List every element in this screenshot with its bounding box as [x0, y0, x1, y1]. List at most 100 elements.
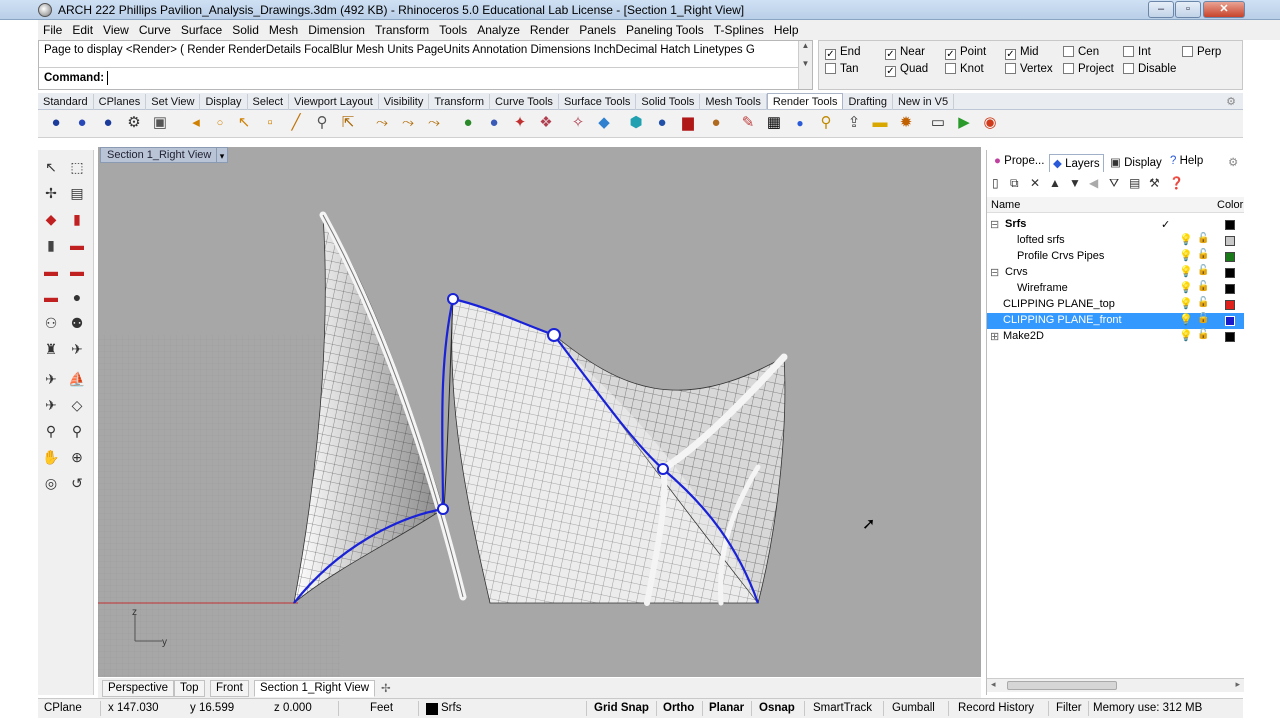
select-arrow-icon[interactable]: ↖: [40, 156, 62, 178]
viewport-menu-chevron-down-icon[interactable]: ▾: [216, 147, 228, 163]
paint-brush-icon[interactable]: ✎: [738, 113, 758, 133]
undo-view-icon[interactable]: ↺: [66, 472, 88, 494]
close-button[interactable]: ✕: [1203, 1, 1245, 18]
new-sublayer-icon[interactable]: ⧉: [1010, 176, 1019, 191]
viewtab-perspective[interactable]: Perspective: [102, 680, 175, 697]
osnap-vertex[interactable]: Vertex: [1005, 63, 1053, 75]
tab-set-view[interactable]: Set View: [146, 94, 201, 110]
checker-icon[interactable]: ▦: [764, 113, 784, 133]
menu-transform[interactable]: Transform: [370, 20, 434, 37]
boat-icon[interactable]: ⛵: [66, 368, 88, 390]
unlock-icon[interactable]: 🔓: [1197, 249, 1209, 260]
texture-mapping-icon[interactable]: ❖: [536, 113, 556, 133]
tab-solid-tools[interactable]: Solid Tools: [636, 94, 701, 110]
tab-new-in-v5[interactable]: New in V5: [893, 94, 955, 110]
scroll-thumb[interactable]: [1007, 681, 1117, 690]
viewtab-section-right[interactable]: Section 1_Right View: [254, 680, 376, 697]
van-icon[interactable]: ▬: [66, 260, 88, 282]
visibility-bulb-icon[interactable]: 💡: [1179, 265, 1193, 278]
render-preview-icon[interactable]: ●: [72, 113, 92, 133]
osnap-toggle[interactable]: Osnap: [759, 702, 795, 714]
scroll-left-icon[interactable]: ◂: [991, 679, 996, 690]
menu-panels[interactable]: Panels: [574, 20, 621, 37]
osnap-knot[interactable]: Knot: [945, 63, 984, 75]
menu-paneling-tools[interactable]: Paneling Tools: [621, 20, 709, 37]
render-window-icon[interactable]: ●: [98, 113, 118, 133]
collapse-icon[interactable]: ⊟: [990, 218, 999, 231]
layer-row-make2d[interactable]: ⊞ Make2D 💡 🔓: [987, 329, 1244, 345]
osnap-point[interactable]: ✓ Point: [945, 46, 986, 60]
osnap-vertex-checkbox[interactable]: [1005, 63, 1016, 74]
pavilion-model[interactable]: [293, 211, 788, 606]
assign-material-icon[interactable]: ⤳: [372, 113, 392, 133]
folder-icon[interactable]: ▬: [870, 113, 890, 133]
control-points-icon[interactable]: ⬚: [66, 156, 88, 178]
osnap-mid-checkbox[interactable]: ✓: [1005, 49, 1016, 60]
panel-tab-layers[interactable]: ◆ Layers: [1049, 154, 1104, 172]
tab-viewport-layout[interactable]: Viewport Layout: [289, 94, 379, 110]
filter-toggle[interactable]: Filter: [1056, 702, 1082, 714]
car-icon[interactable]: ◆: [40, 208, 62, 230]
sun-icon[interactable]: ⇱: [338, 113, 358, 133]
filter-icon[interactable]: ⛛: [1109, 176, 1119, 191]
point-light-icon[interactable]: ○: [210, 113, 230, 133]
tab-surface-tools[interactable]: Surface Tools: [559, 94, 637, 110]
move-out-icon[interactable]: ◀: [1089, 176, 1098, 190]
control-point[interactable]: [447, 293, 459, 305]
layer-color-swatch[interactable]: [1225, 252, 1235, 262]
menu-mesh[interactable]: Mesh: [264, 20, 303, 37]
menu-dimension[interactable]: Dimension: [303, 20, 370, 37]
viewtab-top[interactable]: Top: [174, 680, 205, 697]
layer-row-clipping-plane-front[interactable]: CLIPPING PLANE_front 💡 🔓: [987, 313, 1244, 329]
status-cplane[interactable]: CPlane: [44, 702, 82, 714]
menu-help[interactable]: Help: [769, 20, 804, 37]
panel-tab-display[interactable]: ▣ Display: [1107, 154, 1165, 172]
layer-color-swatch[interactable]: [1225, 300, 1235, 310]
layer-help-icon[interactable]: ❓: [1169, 176, 1184, 190]
osnap-cen-checkbox[interactable]: [1063, 46, 1074, 57]
move-up-icon[interactable]: ▲: [1049, 176, 1061, 190]
tab-render-tools[interactable]: Render Tools: [766, 93, 844, 109]
gear-icon[interactable]: ✹: [896, 113, 916, 133]
light-properties-icon[interactable]: ⚲: [312, 113, 332, 133]
viewport[interactable]: z y Section 1_Right View ▾: [98, 147, 981, 677]
layer-row-crvs[interactable]: ⊟ Crvs 💡 🔓: [987, 265, 1244, 281]
layer-color-swatch[interactable]: [1225, 220, 1235, 230]
osnap-end[interactable]: ✓ End: [825, 46, 860, 60]
tab-mesh-tools[interactable]: Mesh Tools: [700, 94, 767, 110]
layer-color-swatch[interactable]: [1225, 268, 1235, 278]
robot-icon[interactable]: ⚉: [66, 312, 88, 334]
menu-render[interactable]: Render: [525, 20, 574, 37]
material-editor-icon[interactable]: ⤳: [424, 113, 444, 133]
render-sphere-icon[interactable]: ●: [46, 113, 66, 133]
osnap-project[interactable]: Project: [1063, 63, 1114, 75]
layer-color-swatch[interactable]: [1225, 236, 1235, 246]
collapse-icon[interactable]: ⊟: [990, 266, 999, 279]
truck-icon[interactable]: ▬: [66, 234, 88, 256]
osnap-tan-checkbox[interactable]: [825, 63, 836, 74]
osnap-perp-checkbox[interactable]: [1182, 46, 1193, 57]
menu-t-splines[interactable]: T-Splines: [709, 20, 769, 37]
tab-visibility[interactable]: Visibility: [379, 94, 430, 110]
menu-curve[interactable]: Curve: [134, 20, 176, 37]
panel-tab-help[interactable]: ? Help: [1167, 154, 1206, 172]
panel-settings-icon[interactable]: ⚙: [1225, 154, 1241, 172]
osnap-project-checkbox[interactable]: [1063, 63, 1074, 74]
person-icon[interactable]: ⚇: [40, 312, 62, 334]
osnap-quad-checkbox[interactable]: ✓: [885, 66, 896, 77]
viewport-title[interactable]: Section 1_Right View: [100, 147, 219, 163]
menu-surface[interactable]: Surface: [176, 20, 227, 37]
layer-row-clipping-plane-top[interactable]: CLIPPING PLANE_top 💡 🔓: [987, 297, 1244, 313]
osnap-knot-checkbox[interactable]: [945, 63, 956, 74]
command-history-scrollbar[interactable]: ▲ ▼: [798, 41, 812, 89]
scroll-right-icon[interactable]: ▸: [1235, 679, 1240, 690]
rectangular-light-icon[interactable]: ▫: [260, 113, 280, 133]
pan-icon[interactable]: ✋: [40, 446, 62, 468]
sports-car-icon[interactable]: ▬: [40, 260, 62, 282]
render-lens-icon[interactable]: ▣: [150, 113, 170, 133]
osnap-disable[interactable]: Disable: [1123, 63, 1176, 75]
unlock-icon[interactable]: 🔓: [1197, 233, 1209, 244]
tab-cplanes[interactable]: CPlanes: [94, 94, 147, 110]
osnap-tan[interactable]: Tan: [825, 63, 859, 75]
panel-tab-properties[interactable]: ● Prope...: [991, 154, 1047, 172]
